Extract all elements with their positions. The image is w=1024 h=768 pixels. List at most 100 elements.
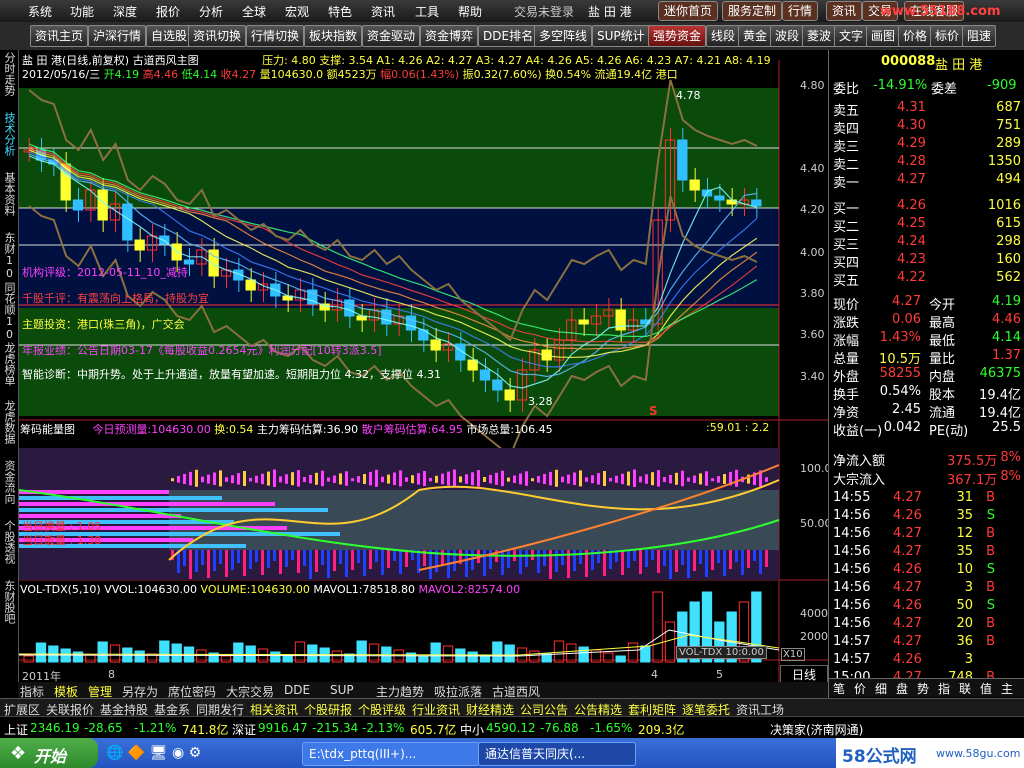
menu-item[interactable]: 功能 [70, 3, 94, 20]
toolbar-button[interactable]: 资金驱动 [362, 25, 421, 47]
menu-item[interactable]: 资讯 [371, 3, 395, 20]
menu-item[interactable]: 报价 [156, 3, 180, 20]
order-price[interactable]: 4.23 [897, 252, 926, 267]
decision-label[interactable]: 决策家(济南网通) [770, 721, 863, 738]
toolbar-button[interactable]: 黄金 [738, 25, 773, 47]
login-status[interactable]: 交易未登录 [514, 3, 574, 20]
menu-button[interactable]: 服务定制 [722, 1, 783, 21]
chip-bar-low [255, 550, 258, 562]
period-selector[interactable]: 日线 [780, 665, 828, 683]
tick-volume: 35 [956, 508, 973, 523]
chip-bar [513, 475, 516, 483]
tick-row: 14:56 4.26 35 S [829, 508, 1024, 526]
toolbar-button[interactable]: 标价 [930, 25, 965, 47]
chip-bar-low [315, 550, 318, 572]
menu-item[interactable]: 深度 [113, 3, 137, 20]
order-price[interactable]: 4.28 [897, 154, 926, 169]
toolbar-button[interactable]: 波段 [770, 25, 805, 47]
toolbar-button[interactable]: 文字 [834, 25, 869, 47]
toolbar-button[interactable]: 资讯切换 [188, 25, 247, 47]
left-tab[interactable]: 技术分析 [0, 112, 18, 156]
chip-bar [765, 477, 768, 482]
order-label: 买五 [833, 274, 860, 289]
left-tab[interactable]: 基本资料 [0, 172, 18, 216]
quote-tab[interactable]: 势 [917, 680, 929, 697]
toolbar-button[interactable]: 强势资金 [648, 25, 707, 47]
quicklaunch-icons[interactable]: 🌐 🔶 🖥 ◉ ⚙ [106, 745, 201, 761]
toolbar-button[interactable]: SUP统计 [592, 25, 650, 47]
toolbar-button[interactable]: 资金博弈 [420, 25, 479, 47]
stat-value: 46375 [979, 366, 1021, 381]
menu-button[interactable]: 行情 [782, 1, 819, 21]
left-tab[interactable]: 同花顺10 [0, 282, 18, 341]
menu-item[interactable]: 分析 [199, 3, 223, 20]
chip-bar-low [543, 550, 546, 566]
toolbar-button[interactable]: 自选股 [146, 25, 193, 47]
quote-tab[interactable]: 盘 [896, 680, 908, 697]
order-price[interactable]: 4.29 [897, 136, 926, 151]
order-price[interactable]: 4.26 [897, 198, 926, 213]
toolbar-button[interactable]: 画图 [866, 25, 901, 47]
left-tab[interactable]: 东财10 [0, 232, 18, 280]
quote-tab[interactable]: 价 [854, 680, 866, 697]
menu-item[interactable]: 特色 [328, 3, 352, 20]
left-tab[interactable]: 东财股吧 [0, 580, 18, 624]
x10-button[interactable]: X10 [781, 648, 805, 661]
order-label: 卖五 [833, 104, 860, 119]
menu-item[interactable]: 全球 [242, 3, 266, 20]
menu-item[interactable]: 帮助 [458, 3, 482, 20]
chip-bar-low [213, 550, 216, 571]
toolbar-button[interactable]: 阻速 [962, 25, 997, 47]
order-price[interactable]: 4.31 [897, 100, 926, 115]
order-price[interactable]: 4.24 [897, 234, 926, 249]
left-tab[interactable]: 个股透视 [0, 520, 18, 564]
taskbar-window-1[interactable]: E:\tdx_pttq(III+)... [302, 742, 480, 766]
menu-button[interactable]: 资讯 [826, 1, 863, 21]
toolbar-button[interactable]: 板块指数 [304, 25, 363, 47]
toolbar-button[interactable]: 多空阵线 [534, 25, 593, 47]
chip-bar [531, 478, 534, 482]
chip-bar [633, 469, 636, 487]
volume-bar [282, 654, 293, 663]
tick-direction: B [986, 634, 995, 649]
chip-bar-low [471, 550, 474, 570]
volume-tooltip: VOL-TDX 10:0.00 [676, 646, 767, 659]
left-tab[interactable]: 龙虎数据 [0, 400, 18, 444]
menu-item[interactable]: 系统 [28, 3, 52, 20]
quote-tab[interactable]: 细 [875, 680, 887, 697]
tick-price: 4.26 [893, 652, 922, 667]
index-name[interactable]: 中小 [460, 721, 484, 738]
toolbar-button[interactable]: 行情切换 [246, 25, 305, 47]
toolbar-button[interactable]: 价格 [898, 25, 933, 47]
left-tab[interactable]: 资金流向 [0, 460, 18, 504]
left-tab[interactable]: 分时走势 [0, 52, 18, 96]
left-tab[interactable]: 龙虎榜单 [0, 342, 18, 386]
quote-tab[interactable]: 笔 [833, 680, 845, 697]
order-price[interactable]: 4.25 [897, 216, 926, 231]
index-amount: 741.8亿 [182, 723, 229, 737]
order-price[interactable]: 4.27 [897, 172, 926, 187]
quote-tab[interactable]: 主 [1001, 680, 1013, 697]
toolbar-button[interactable]: DDE排名 [478, 25, 539, 47]
toolbar-button[interactable]: 线段 [706, 25, 741, 47]
quote-tab[interactable]: 值 [980, 680, 992, 697]
taskbar-window-2[interactable]: 通达信普天同庆(... [478, 742, 636, 766]
order-price[interactable]: 4.22 [897, 270, 926, 285]
start-button[interactable]: ❖ 开始 [0, 738, 98, 768]
indicator-tab[interactable]: DDE [284, 683, 310, 697]
quote-tab[interactable]: 联 [959, 680, 971, 697]
indicator-tab[interactable]: SUP [330, 683, 354, 697]
toolbar-button[interactable]: 沪深行情 [88, 25, 147, 47]
menu-item[interactable]: 工具 [415, 3, 439, 20]
toolbar-button[interactable]: 菱波 [802, 25, 837, 47]
toolbar-button[interactable]: 资讯主页 [30, 25, 89, 47]
index-name[interactable]: 深证 [232, 721, 256, 738]
buy-row: 买五 4.22 562 [829, 270, 1024, 289]
quote-tab[interactable]: 指 [938, 680, 950, 697]
chip-bar [525, 471, 528, 486]
order-price[interactable]: 4.30 [897, 118, 926, 133]
candle-body [134, 239, 145, 251]
menu-button[interactable]: 迷你首页 [658, 1, 719, 21]
index-name[interactable]: 上证 [4, 721, 28, 738]
menu-item[interactable]: 宏观 [285, 3, 309, 20]
